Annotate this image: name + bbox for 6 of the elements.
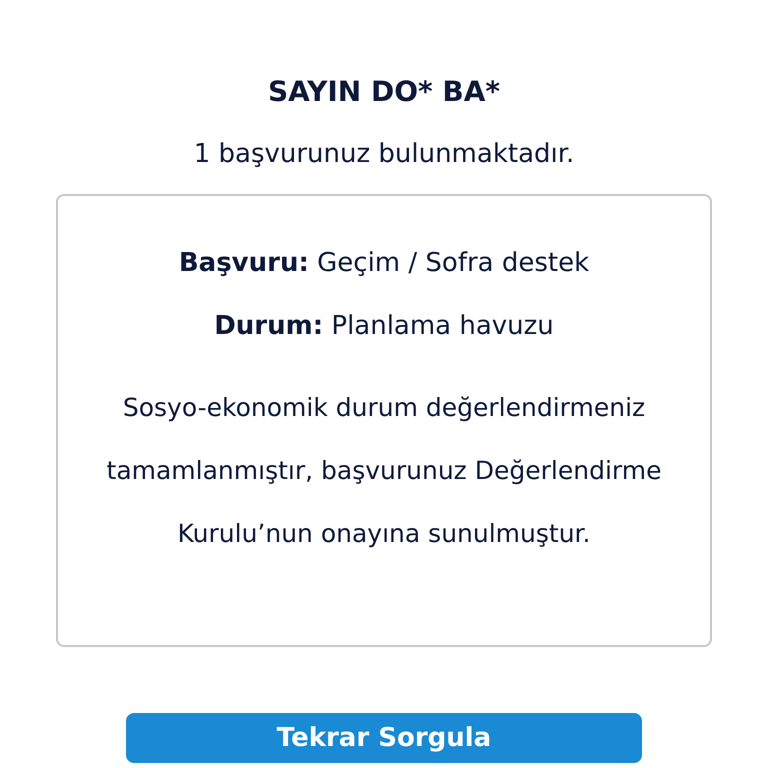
query-again-button[interactable]: Tekrar Sorgula — [126, 713, 642, 763]
detail-text: Durum: Planlama havuzu — [214, 310, 554, 343]
status-message: Sosyo-ekonomik durum değerlendirmeniz tamamlanmıştır, başvurunuz Değerlendirme Kurulu’nun onayına sunulmuştur. — [106, 392, 662, 550]
application-count-text: 1 başvurunuz bulunmaktadır. — [194, 138, 574, 171]
detail-text: Başvuru: Geçim / Sofra destek — [178, 247, 590, 280]
greeting-title: SAYIN DO* BA* — [268, 74, 500, 110]
